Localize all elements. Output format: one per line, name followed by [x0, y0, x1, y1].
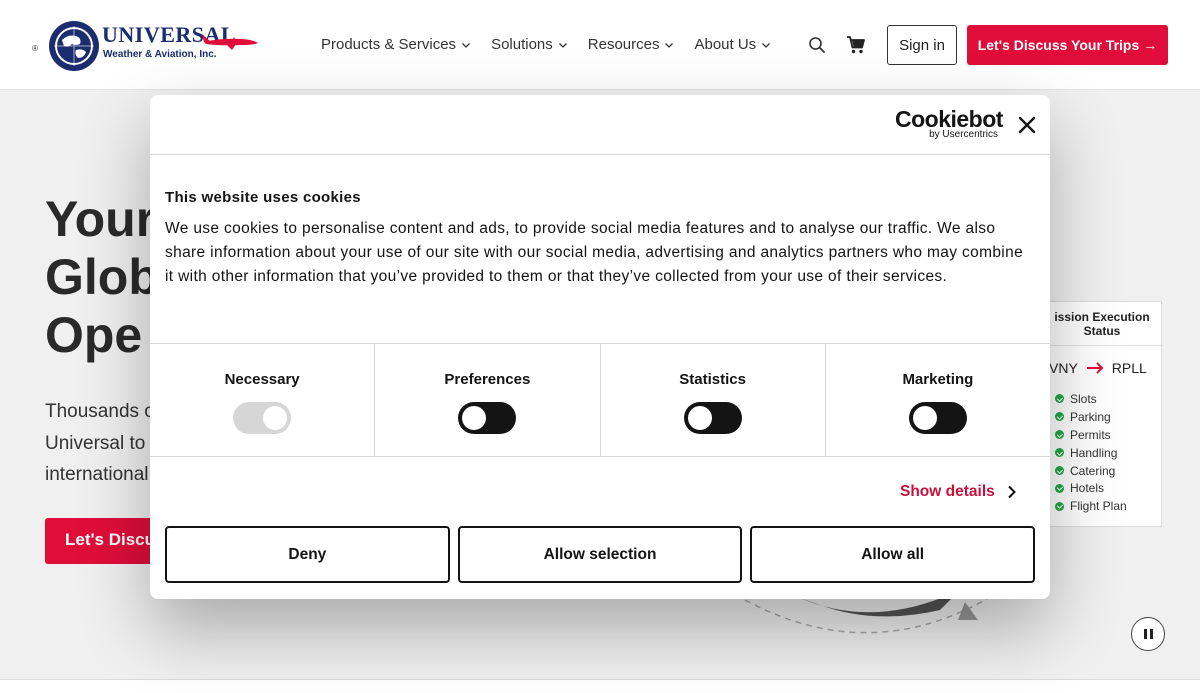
check-circle-icon [1055, 412, 1064, 422]
consent-buttons: Deny Allow selection Allow all [165, 526, 1036, 583]
sign-in-button[interactable]: Sign in [887, 25, 957, 65]
search-icon[interactable] [808, 36, 826, 54]
list-item: Parking [1055, 408, 1127, 426]
check-circle-icon [1055, 394, 1064, 404]
show-details-label: Show details [900, 483, 995, 500]
hero-text-line: Thousands o [45, 401, 155, 422]
toggle-knob [462, 406, 487, 430]
chevron-right-icon [1008, 485, 1016, 499]
category-preferences: Preferences [375, 344, 601, 456]
dialog-description: We use cookies to personalise content an… [165, 220, 1024, 285]
list-item: Catering [1055, 462, 1127, 480]
pause-icon-bar [1143, 629, 1147, 639]
nav-label: Solutions [491, 36, 553, 53]
universal-logo[interactable]: ® UNIVERSAL Weather & Aviation, Inc. [32, 18, 262, 76]
list-item: Slots [1055, 390, 1127, 408]
cookiebot-brand: Cookiebot [895, 106, 1003, 132]
list-item: Permits [1055, 426, 1127, 444]
chevron-down-icon [558, 42, 567, 48]
hero-title-line: Ope [45, 307, 143, 363]
status-label: Permits [1070, 427, 1111, 442]
show-details-link[interactable]: Show details [900, 483, 1017, 501]
page-bottom-strip [0, 680, 1200, 693]
allow-all-button[interactable]: Allow all [750, 526, 1036, 583]
plane-logo-icon [202, 34, 258, 50]
dialog-title: This website uses cookies [165, 189, 361, 206]
hero-title: Your Glob Ope [45, 190, 159, 364]
nav-label: About Us [694, 36, 757, 53]
check-circle-icon [1055, 466, 1064, 475]
nav-label: Products & Services [321, 36, 457, 53]
discuss-trips-button[interactable]: Let's Discuss Your Trips → [967, 25, 1168, 65]
cart-icon[interactable] [846, 35, 866, 55]
hero-title-line: Your [45, 191, 156, 247]
nav-item-about-us[interactable]: About Us [694, 36, 771, 53]
dialog-header: Cookiebot by Usercentrics [150, 95, 1050, 155]
nav-item-solutions[interactable]: Solutions [491, 36, 568, 53]
pause-button[interactable] [1131, 617, 1165, 651]
status-label: Parking [1070, 409, 1111, 424]
category-label: Necessary [224, 371, 300, 388]
check-circle-icon [1055, 483, 1064, 493]
discuss-trips-label: Let's Discuss Your Trips [977, 37, 1140, 53]
check-circle-icon [1055, 430, 1064, 440]
mission-status-list: Slots Parking Permits Handling Catering … [1055, 390, 1127, 515]
category-label: Preferences [444, 371, 531, 388]
consent-categories: Necessary Preferences Statistics Marketi… [150, 343, 1050, 457]
flight-route: VNY RPLL [1049, 360, 1147, 376]
necessary-toggle [233, 402, 292, 434]
status-label: Catering [1070, 463, 1116, 478]
arrow-right-icon [1086, 362, 1104, 374]
cookiebot-logo[interactable]: Cookiebot by Usercentrics [895, 107, 1005, 141]
hero-text-line: international [45, 464, 149, 485]
list-item: Handling [1055, 444, 1127, 462]
toggle-knob [263, 406, 288, 430]
toggle-knob [912, 406, 937, 430]
route-destination: RPLL [1111, 360, 1147, 376]
registered-mark: ® [32, 44, 38, 53]
status-label: Handling [1070, 445, 1118, 460]
chevron-down-icon [462, 42, 471, 48]
toggle-knob [687, 406, 712, 430]
pause-icon-bar [1149, 629, 1153, 639]
list-item: Flight Plan [1055, 497, 1127, 515]
list-item: Hotels [1055, 479, 1127, 497]
close-icon[interactable] [1018, 116, 1036, 134]
category-marketing: Marketing [826, 344, 1050, 456]
check-circle-icon [1055, 448, 1064, 458]
arrow-right-icon: → [1143, 37, 1158, 53]
allow-selection-button[interactable]: Allow selection [457, 526, 743, 583]
nav-item-products-services[interactable]: Products & Services [321, 36, 471, 53]
nav-label: Resources [587, 36, 660, 53]
cookiebot-brand-sub: by Usercentrics [929, 129, 998, 140]
chevron-down-icon [762, 42, 771, 48]
status-label: Hotels [1070, 481, 1105, 496]
cookie-consent-dialog: Cookiebot by Usercentrics This website u… [150, 95, 1050, 599]
check-circle-icon [1055, 501, 1064, 511]
hero-text-line: Universal to [45, 432, 146, 454]
marketing-toggle[interactable] [908, 402, 967, 434]
category-label: Marketing [902, 371, 974, 388]
preferences-toggle[interactable] [458, 402, 517, 434]
category-necessary: Necessary [150, 344, 376, 456]
hero-title-line: Glob [45, 249, 159, 305]
main-nav: Products & Services Solutions Resources … [321, 36, 791, 53]
nav-item-resources[interactable]: Resources [588, 36, 675, 53]
category-statistics: Statistics [601, 344, 826, 456]
status-label: Slots [1070, 391, 1097, 406]
hero-description: Thousands o Universal to international [45, 396, 155, 491]
category-label: Statistics [679, 371, 746, 388]
route-origin: VNY [1049, 360, 1078, 376]
site-header: ® UNIVERSAL Weather & Aviation, Inc. Pro… [0, 0, 1200, 90]
chevron-down-icon [665, 42, 674, 48]
statistics-toggle[interactable] [683, 402, 742, 434]
globe-logo-icon [49, 21, 99, 71]
deny-button[interactable]: Deny [165, 526, 450, 583]
status-label: Flight Plan [1070, 499, 1127, 514]
